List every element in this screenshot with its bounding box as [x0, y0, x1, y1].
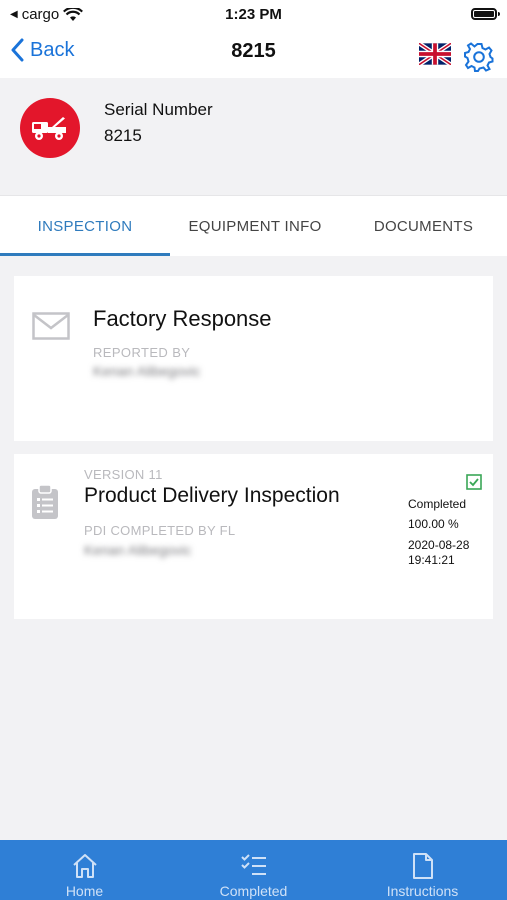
checkbox-checked-icon	[466, 474, 482, 490]
tabbar-instructions[interactable]: Instructions	[338, 840, 507, 900]
inspection-card[interactable]: VERSION 11 Product Delivery Inspection P…	[14, 454, 493, 619]
tabbar-completed-label: Completed	[219, 883, 288, 899]
completed-by-label: PDI COMPLETED BY FL	[84, 523, 236, 538]
version-label: VERSION 11	[84, 467, 163, 482]
tabbar-completed[interactable]: Completed	[169, 840, 338, 900]
document-icon	[412, 853, 433, 879]
settings-gear-icon[interactable]	[464, 42, 494, 72]
tabbar-home-label: Home	[65, 883, 104, 899]
envelope-icon	[32, 312, 70, 340]
tabbar-home[interactable]: Home	[0, 840, 169, 900]
completion-percent: 100.00 %	[408, 517, 459, 531]
card-title: Factory Response	[93, 306, 272, 331]
completion-date: 2020-08-28	[408, 538, 470, 552]
completion-timestamp: 2020-08-28 19:41:21	[408, 538, 469, 568]
home-icon	[72, 854, 97, 878]
bottom-tab-bar: Home Completed Instructions	[0, 840, 507, 900]
serial-number-label: Serial Number	[104, 100, 213, 119]
tow-truck-icon	[32, 117, 66, 140]
completion-time: 19:41:21	[408, 553, 455, 567]
checklist-icon	[240, 854, 266, 875]
tab-equipment-info[interactable]: EQUIPMENT INFO	[170, 196, 340, 256]
card-title: Product Delivery Inspection	[84, 484, 340, 507]
serial-number-value: 8215	[104, 126, 142, 145]
reported-by-label: REPORTED BY	[93, 345, 191, 360]
tab-documents[interactable]: DOCUMENTS	[340, 196, 507, 256]
factory-response-card[interactable]: Factory Response REPORTED BY Kenan Alibe…	[14, 276, 493, 441]
tabbar-instructions-label: Instructions	[386, 883, 459, 899]
inspector-name: Kenan Alibegovic	[84, 542, 192, 558]
reporter-name: Kenan Alibegovic	[93, 363, 201, 379]
navigation-bar: Back 8215	[0, 30, 507, 78]
equipment-avatar	[20, 98, 80, 158]
clipboard-icon	[32, 484, 58, 519]
equipment-header: Serial Number 8215	[0, 78, 507, 195]
clock: 1:23 PM	[225, 6, 282, 23]
status-bar: ◀ cargo 1:23 PM	[0, 0, 507, 30]
tab-inspection[interactable]: INSPECTION	[0, 196, 170, 256]
section-tabs: INSPECTION EQUIPMENT INFO DOCUMENTS	[0, 195, 507, 256]
status-text: Completed	[408, 497, 467, 511]
active-tab-indicator	[0, 253, 170, 256]
uk-flag-icon[interactable]	[419, 43, 451, 65]
battery-icon	[471, 8, 500, 20]
